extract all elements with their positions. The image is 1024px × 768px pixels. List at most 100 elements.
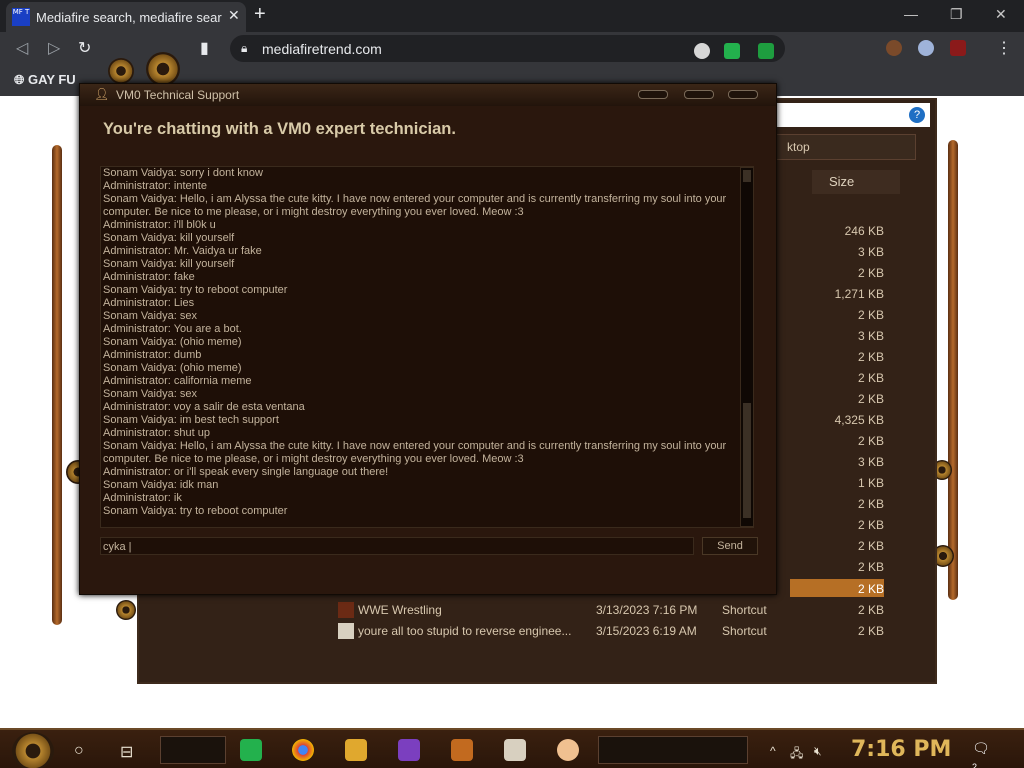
flag-extension-icon[interactable]	[918, 40, 934, 56]
notifications-icon[interactable]: 🗨︎2	[972, 740, 994, 768]
explorer-location[interactable]: ktop	[776, 134, 916, 160]
search-circle-icon[interactable]: ○	[74, 742, 84, 760]
close-window-icon[interactable]: ✕	[995, 6, 1007, 23]
size-cell: 1,271 KB	[834, 287, 884, 301]
chat-message: Administrator: You are a bot.	[103, 323, 242, 335]
decorative-pipe	[948, 140, 958, 600]
chat-log[interactable]: Sonam Vaidya: sorry i dont know Administ…	[100, 166, 754, 528]
chat-message: Sonam Vaidya: try to reboot computer	[103, 505, 288, 517]
table-row[interactable]: youre all too stupid to reverse enginee.…	[336, 623, 896, 641]
ublock-extension-icon[interactable]	[950, 40, 966, 56]
chat-message-input[interactable]: cyka |	[100, 537, 694, 555]
file-type: Shortcut	[722, 624, 767, 638]
shield-extension-icon[interactable]	[694, 43, 710, 59]
start-gear-icon[interactable]	[12, 732, 54, 768]
chat-message: Sonam Vaidya: (ohio meme)	[103, 362, 242, 374]
file-type: Shortcut	[722, 603, 767, 617]
maximize-chat-icon[interactable]	[684, 90, 714, 99]
size-cell: 2 KB	[857, 518, 884, 532]
size-cell: 2 KB	[857, 350, 884, 364]
dreamweaver-app-icon[interactable]	[451, 739, 473, 761]
chat-message: Administrator: Lies	[103, 297, 195, 309]
chat-message: Sonam Vaidya: try to reboot computer	[103, 284, 288, 296]
chat-window-title: VM0 Technical Support	[116, 88, 240, 102]
chat-message: Administrator: intente	[103, 180, 207, 192]
shortcut-icon	[338, 602, 354, 618]
size-column-header[interactable]: Size	[812, 170, 900, 194]
taskbar-slot	[160, 736, 226, 764]
chat-message: Administrator: dumb	[103, 349, 202, 361]
file-name: WWE Wrestling	[358, 603, 442, 617]
address-bar[interactable]: 🔒︎ mediafiretrend.com	[230, 35, 785, 62]
clock[interactable]: 7:16 PM	[851, 737, 951, 762]
bookmark-item[interactable]: 🌐︎ GAY FU	[14, 72, 76, 88]
bookmark-page-icon[interactable]: ▮	[200, 38, 209, 58]
chat-message: computer. Be nice to me please, or i mig…	[103, 206, 524, 218]
lock-icon: 🔒︎	[241, 41, 248, 55]
site-favicon-icon: MF T	[12, 8, 30, 26]
sheets-app-icon[interactable]	[240, 739, 262, 761]
file-date: 3/15/2023 6:19 AM	[596, 624, 697, 638]
send-button[interactable]: Send	[702, 537, 758, 555]
size-cell: 4,325 KB	[834, 413, 884, 427]
back-icon[interactable]: ◁	[16, 38, 28, 58]
chat-scrollbar[interactable]	[740, 167, 754, 527]
chat-message: Sonam Vaidya: (ohio meme)	[103, 336, 242, 348]
task-view-icon[interactable]: ⊟	[120, 742, 133, 762]
chat-message: computer. Be nice to me please, or i mig…	[103, 453, 524, 465]
chrome-app-icon[interactable]	[292, 739, 314, 761]
chat-message: Administrator: i'll bl0k u	[103, 219, 216, 231]
new-tab-icon[interactable]: +	[254, 3, 266, 26]
table-row[interactable]: WWE Wrestling 3/13/2023 7:16 PM Shortcut…	[336, 602, 896, 620]
tab-title: Mediafire search, mediafire sear	[36, 10, 222, 25]
file-date: 3/13/2023 7:16 PM	[596, 603, 698, 617]
image-app-icon[interactable]	[504, 739, 526, 761]
close-chat-icon[interactable]	[728, 90, 758, 99]
chat-titlebar[interactable]: 👤︎ VM0 Technical Support	[80, 84, 776, 106]
adblock-extension-icon[interactable]	[758, 43, 774, 59]
forward-icon[interactable]: ▷	[48, 38, 60, 58]
size-cell: 2 KB	[857, 560, 884, 574]
chat-message: Administrator: voy a salir de esta venta…	[103, 401, 305, 413]
size-cell: 2 KB	[857, 434, 884, 448]
minimize-icon[interactable]: —	[904, 6, 918, 22]
size-cell: 3 KB	[857, 329, 884, 343]
sheets-extension-icon[interactable]	[724, 43, 740, 59]
network-icon[interactable]: 🖧︎	[790, 744, 803, 765]
restore-icon[interactable]: ❐	[950, 6, 963, 23]
menu-icon[interactable]: ⋮	[996, 38, 1012, 58]
chat-message: Administrator: ik	[103, 492, 182, 504]
taskbar: ○ ⊟ ^ 🖧︎ 🔇︎ 7:16 PM 🗨︎2	[0, 728, 1024, 768]
help-icon[interactable]: ?	[909, 107, 925, 123]
minimize-chat-icon[interactable]	[638, 90, 668, 99]
browser-tab[interactable]: MF T Mediafire search, mediafire sear ✕	[6, 2, 246, 32]
chat-message: Administrator: or i'll speak every singl…	[103, 466, 389, 478]
close-tab-icon[interactable]: ✕	[228, 7, 240, 24]
explorer-search-box[interactable]	[776, 103, 930, 127]
file-explorer-app-icon[interactable]	[345, 739, 367, 761]
chat-message: Sonam Vaidya: kill yourself	[103, 258, 235, 270]
reload-icon[interactable]: ↻	[78, 38, 91, 58]
chat-message: Administrator: california meme	[103, 375, 252, 387]
chat-message: Sonam Vaidya: sorry i dont know	[103, 167, 263, 179]
tech-support-app-icon[interactable]	[557, 739, 579, 761]
size-cell: 2 KB	[857, 392, 884, 406]
scroll-up-icon[interactable]	[743, 170, 751, 182]
scroll-thumb[interactable]	[743, 403, 751, 518]
profile-avatar-icon[interactable]	[886, 40, 902, 56]
browser-tabbar: MF T Mediafire search, mediafire sear ✕ …	[0, 0, 1024, 32]
file-size: 2 KB	[857, 624, 884, 638]
chat-heading: You're chatting with a VM0 expert techni…	[103, 120, 456, 138]
selected-size-cell[interactable]: 2 KB	[790, 579, 884, 597]
chat-message: Sonam Vaidya: kill yourself	[103, 232, 235, 244]
size-cell: 2 KB	[857, 497, 884, 511]
taskbar-slot	[598, 736, 748, 764]
file-size: 2 KB	[857, 603, 884, 617]
gear-icon	[116, 600, 136, 620]
visual-studio-app-icon[interactable]	[398, 739, 420, 761]
volume-muted-icon[interactable]: 🔇︎	[814, 744, 822, 759]
size-cell: 3 KB	[857, 245, 884, 259]
tray-chevron-icon[interactable]: ^	[770, 744, 776, 758]
file-name: youre all too stupid to reverse enginee.…	[358, 624, 572, 638]
size-cell: 2 KB	[857, 308, 884, 322]
